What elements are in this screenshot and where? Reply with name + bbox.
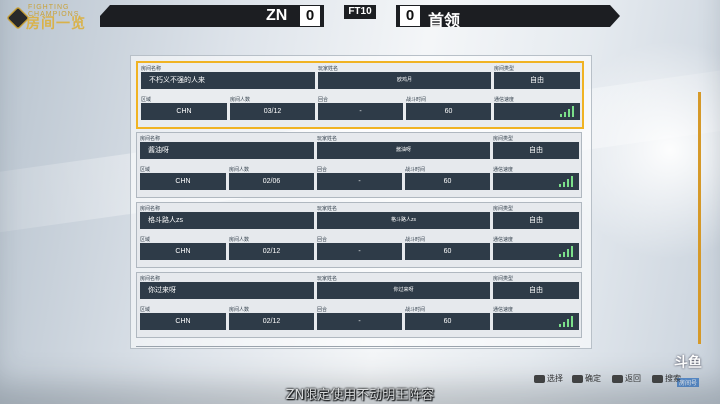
room-name-label: 房间名称: [140, 136, 161, 142]
room-name-value: 你过来呀: [140, 282, 314, 299]
prompt-back: 返回: [612, 373, 641, 384]
battle-time-value: 60: [406, 103, 491, 120]
left-player-plate: ZN 0: [100, 5, 324, 27]
button-glyph-icon: [612, 374, 623, 383]
game-logo: FIGHTING CHAMPIONS 房间一览: [6, 4, 98, 32]
right-player-score: 0: [400, 6, 420, 26]
player-name-label: 玩家姓名: [317, 136, 338, 142]
stream-subtitle: ZN限定使用不动明王阵容: [285, 388, 435, 403]
room-count-label: 房间人数: [229, 307, 250, 313]
right-player-plate: 0 首领: [396, 5, 620, 27]
battle-time-label: 战斗时间: [405, 237, 426, 243]
battle-time-value: 60: [405, 313, 490, 330]
prompt-search: 搜索: [652, 373, 681, 384]
button-glyph-icon: [534, 374, 545, 383]
room-count-value: 02/12: [229, 243, 314, 260]
region-label: 区域: [140, 237, 151, 243]
player-name-value: 格斗路人zs: [317, 212, 490, 229]
list-scrollbar[interactable]: [698, 92, 701, 344]
signal-strength-icon: [559, 316, 573, 327]
player-name-value: 你过来呀: [317, 282, 490, 299]
rounds-label: 回合: [318, 97, 329, 103]
right-player-name: 首领: [428, 11, 461, 30]
room-count-label: 房间人数: [229, 167, 250, 173]
room-name-value: 酱油呀: [140, 142, 314, 159]
button-glyph-icon: [652, 374, 663, 383]
region-value: CHN: [140, 313, 226, 330]
signal-strength-icon: [559, 176, 573, 187]
room-name-label: 房间名称: [141, 66, 162, 72]
player-name-label: 玩家姓名: [318, 66, 339, 72]
room-card[interactable]: 房间名称 玩家姓名 房间类型 你过来呀 你过来呀 自由 区域 房间人数 回合 战…: [136, 272, 582, 338]
region-label: 区域: [140, 307, 151, 313]
match-format: FT10: [344, 5, 376, 19]
room-count-label: 房间人数: [229, 237, 250, 243]
prompt-select: 选择: [534, 373, 563, 384]
room-type-label: 房间类型: [493, 276, 514, 282]
connection-label: 通信速度: [493, 167, 514, 173]
region-value: CHN: [141, 103, 227, 120]
room-count-value: 02/06: [229, 173, 314, 190]
room-card[interactable]: 房间名称 玩家姓名 房间类型 酱油呀 酱油呀 自由 区域 房间人数 回合 战斗时…: [136, 132, 582, 198]
watermark-brand: 斗鱼: [674, 354, 702, 370]
region-value: CHN: [140, 243, 226, 260]
room-name-label: 房间名称: [140, 276, 161, 282]
player-name-label: 玩家姓名: [317, 276, 338, 282]
rounds-label: 回合: [317, 237, 328, 243]
battle-time-value: 60: [405, 243, 490, 260]
room-name-value: 格斗路人zs: [140, 212, 314, 229]
player-name-value: 欧鸡月: [318, 72, 491, 89]
room-count-value: 03/12: [230, 103, 315, 120]
battle-time-label: 战斗时间: [406, 97, 427, 103]
connection-value: [493, 243, 579, 260]
connection-value: [493, 313, 579, 330]
battle-time-label: 战斗时间: [405, 167, 426, 173]
region-label: 区域: [141, 97, 152, 103]
rounds-value: -: [317, 313, 402, 330]
room-type-value: 自由: [493, 212, 579, 229]
room-count-value: 02/12: [229, 313, 314, 330]
left-player-score: 0: [300, 6, 320, 26]
connection-value: [494, 103, 580, 120]
screen-title: 房间一览: [26, 16, 86, 32]
signal-strength-icon: [560, 106, 574, 117]
region-value: CHN: [140, 173, 226, 190]
room-type-label: 房间类型: [493, 136, 514, 142]
next-room-card-edge: [136, 346, 580, 348]
connection-value: [493, 173, 579, 190]
score-bar: ZN 0 FT10 0 首领: [100, 5, 620, 29]
room-list: 房间名称 玩家姓名 房间类型 不朽义不强的人来 欧鸡月 自由 区域 房间人数 回…: [130, 55, 592, 349]
room-type-value: 自由: [494, 72, 580, 89]
room-name-value: 不朽义不强的人来: [141, 72, 315, 89]
room-type-value: 自由: [493, 282, 579, 299]
signal-strength-icon: [559, 246, 573, 257]
button-glyph-icon: [572, 374, 583, 383]
left-player-name: ZN: [266, 7, 288, 24]
prompt-confirm: 确定: [572, 373, 601, 384]
rounds-value: -: [318, 103, 403, 120]
battle-time-value: 60: [405, 173, 490, 190]
player-name-label: 玩家姓名: [317, 206, 338, 212]
room-card[interactable]: 房间名称 玩家姓名 房间类型 格斗路人zs 格斗路人zs 自由 区域 房间人数 …: [136, 202, 582, 268]
rounds-value: -: [317, 243, 402, 260]
player-name-value: 酱油呀: [317, 142, 490, 159]
region-label: 区域: [140, 167, 151, 173]
room-card[interactable]: 房间名称 玩家姓名 房间类型 不朽义不强的人来 欧鸡月 自由 区域 房间人数 回…: [136, 61, 584, 129]
rounds-value: -: [317, 173, 402, 190]
connection-label: 通信速度: [494, 97, 515, 103]
room-type-value: 自由: [493, 142, 579, 159]
room-name-label: 房间名称: [140, 206, 161, 212]
connection-label: 通信速度: [493, 237, 514, 243]
rounds-label: 回合: [317, 167, 328, 173]
room-count-label: 房间人数: [230, 97, 251, 103]
room-type-label: 房间类型: [494, 66, 515, 72]
battle-time-label: 战斗时间: [405, 307, 426, 313]
connection-label: 通信速度: [493, 307, 514, 313]
rounds-label: 回合: [317, 307, 328, 313]
room-type-label: 房间类型: [493, 206, 514, 212]
